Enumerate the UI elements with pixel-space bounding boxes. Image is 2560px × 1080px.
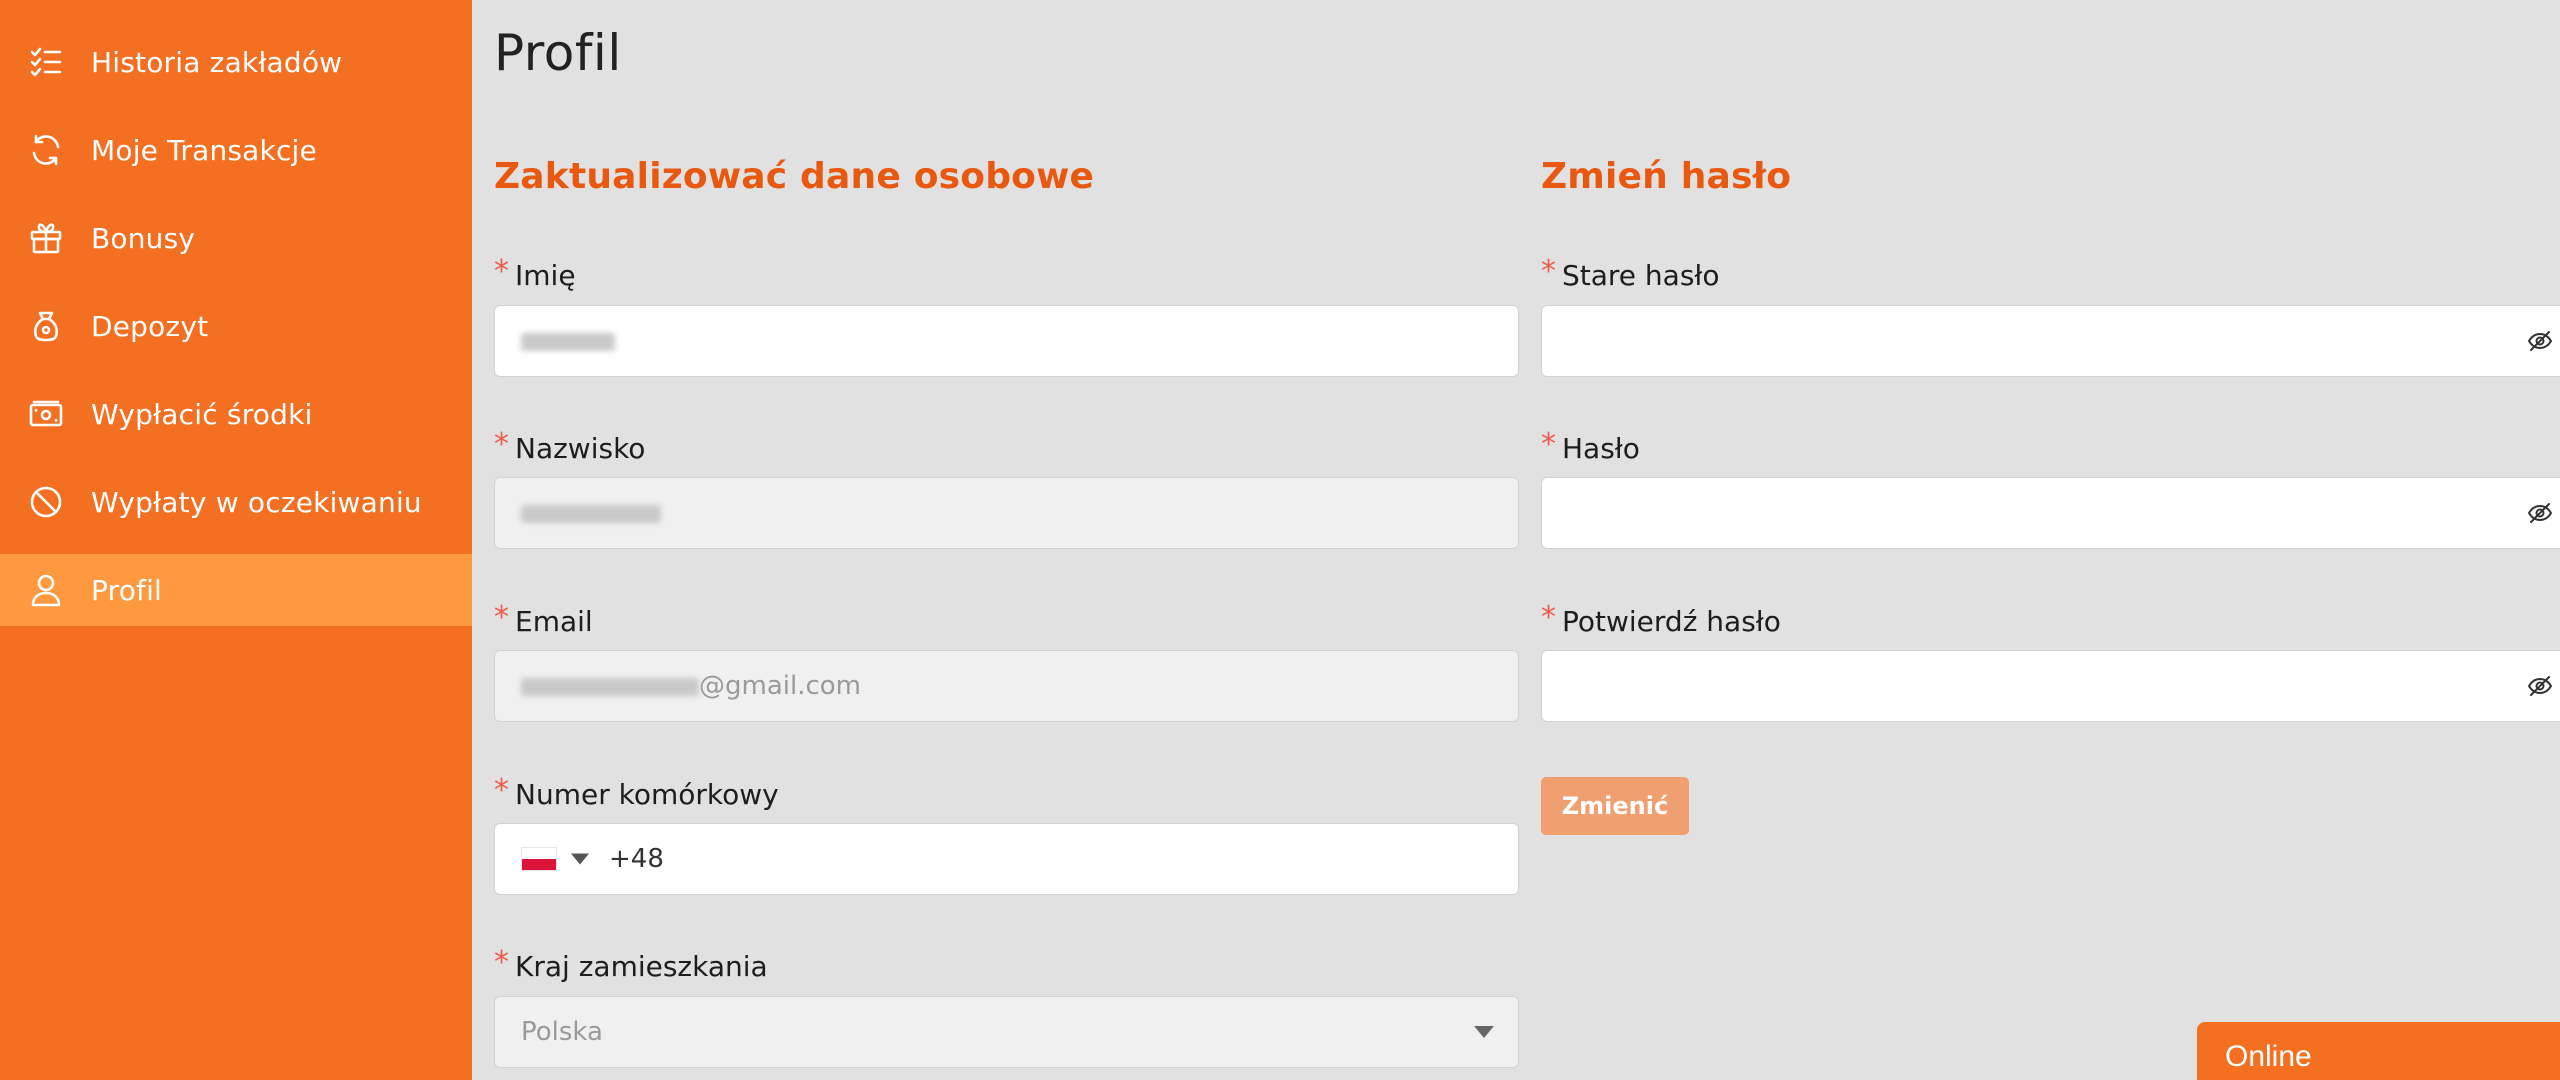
refresh-icon bbox=[28, 132, 64, 168]
ban-icon bbox=[28, 484, 64, 520]
eye-off-icon[interactable] bbox=[2526, 499, 2554, 527]
sidebar-item-deposit[interactable]: Depozyt bbox=[0, 290, 472, 362]
email-domain: @gmail.com bbox=[699, 671, 862, 701]
confirm-password-input[interactable] bbox=[1541, 650, 2560, 722]
poland-flag-icon[interactable] bbox=[521, 847, 557, 871]
sidebar-item-label: Moje Transakcje bbox=[91, 133, 317, 167]
required-mark: * bbox=[494, 773, 509, 808]
sidebar-item-label: Profil bbox=[91, 573, 163, 607]
page-title: Profil bbox=[494, 24, 622, 82]
email-input: @gmail.com bbox=[494, 650, 1519, 722]
sidebar-item-label: Bonusy bbox=[91, 221, 196, 255]
gift-icon bbox=[28, 220, 64, 256]
list-check-icon bbox=[28, 44, 64, 80]
country-label-text: Kraj zamieszkania bbox=[515, 950, 768, 983]
last-name-value-redacted bbox=[521, 498, 661, 528]
confirm-password-label-text: Potwierdź hasło bbox=[1562, 605, 1781, 638]
money-bag-icon bbox=[28, 308, 64, 344]
dial-code: +48 bbox=[609, 844, 664, 874]
first-name-input[interactable] bbox=[494, 305, 1519, 377]
sidebar-item-pending-withdrawals[interactable]: Wypłaty w oczekiwaniu bbox=[0, 466, 472, 538]
first-name-value-redacted bbox=[521, 326, 615, 356]
eye-off-icon[interactable] bbox=[2526, 327, 2554, 355]
first-name-label-text: Imię bbox=[515, 259, 576, 292]
eye-off-icon[interactable] bbox=[2526, 672, 2554, 700]
required-mark: * bbox=[1541, 600, 1556, 635]
user-icon bbox=[28, 572, 64, 608]
chevron-down-icon bbox=[1474, 1026, 1494, 1038]
sidebar-item-label: Wypłacić środki bbox=[91, 397, 313, 431]
old-password-label-text: Stare hasło bbox=[1562, 259, 1720, 292]
chevron-down-icon[interactable] bbox=[571, 853, 589, 865]
new-password-input[interactable] bbox=[1541, 477, 2560, 549]
last-name-label: * Nazwisko bbox=[494, 427, 646, 466]
required-mark: * bbox=[494, 254, 509, 289]
country-value: Polska bbox=[521, 1017, 603, 1047]
sidebar: Historia zakładów Moje Transakcje Bonusy bbox=[0, 0, 472, 1080]
sidebar-item-profile[interactable]: Profil bbox=[0, 554, 472, 626]
email-label-text: Email bbox=[515, 605, 593, 638]
required-mark: * bbox=[494, 945, 509, 980]
old-password-label: * Stare hasło bbox=[1541, 254, 1720, 293]
sidebar-item-transactions[interactable]: Moje Transakcje bbox=[0, 114, 472, 186]
email-value: @gmail.com bbox=[521, 671, 861, 701]
email-label: * Email bbox=[494, 600, 593, 639]
new-password-label: * Hasło bbox=[1541, 427, 1640, 466]
sidebar-item-bet-history[interactable]: Historia zakładów bbox=[0, 26, 472, 98]
sidebar-item-label: Wypłaty w oczekiwaniu bbox=[91, 485, 422, 519]
phone-label: * Numer komórkowy bbox=[494, 773, 779, 812]
country-select[interactable]: Polska bbox=[494, 996, 1519, 1068]
last-name-label-text: Nazwisko bbox=[515, 432, 646, 465]
cash-icon bbox=[28, 396, 64, 432]
required-mark: * bbox=[1541, 427, 1556, 462]
old-password-input[interactable] bbox=[1541, 305, 2560, 377]
required-mark: * bbox=[494, 427, 509, 462]
personal-data-title: Zaktualizować dane osobowe bbox=[494, 156, 1095, 197]
change-password-button[interactable]: Zmienić bbox=[1541, 777, 1689, 835]
last-name-input bbox=[494, 477, 1519, 549]
sidebar-item-label: Historia zakładów bbox=[91, 45, 343, 79]
phone-input[interactable]: +48 bbox=[494, 823, 1519, 895]
required-mark: * bbox=[494, 600, 509, 635]
sidebar-item-label: Depozyt bbox=[91, 309, 209, 343]
first-name-label: * Imię bbox=[494, 254, 576, 293]
required-mark: * bbox=[1541, 254, 1556, 289]
phone-label-text: Numer komórkowy bbox=[515, 778, 779, 811]
sidebar-item-bonuses[interactable]: Bonusy bbox=[0, 202, 472, 274]
new-password-label-text: Hasło bbox=[1562, 432, 1640, 465]
chat-online-widget[interactable]: Online bbox=[2197, 1022, 2560, 1080]
country-label: * Kraj zamieszkania bbox=[494, 945, 768, 984]
change-password-title: Zmień hasło bbox=[1541, 156, 1792, 197]
confirm-password-label: * Potwierdź hasło bbox=[1541, 600, 1781, 639]
sidebar-item-withdraw[interactable]: Wypłacić środki bbox=[0, 378, 472, 450]
